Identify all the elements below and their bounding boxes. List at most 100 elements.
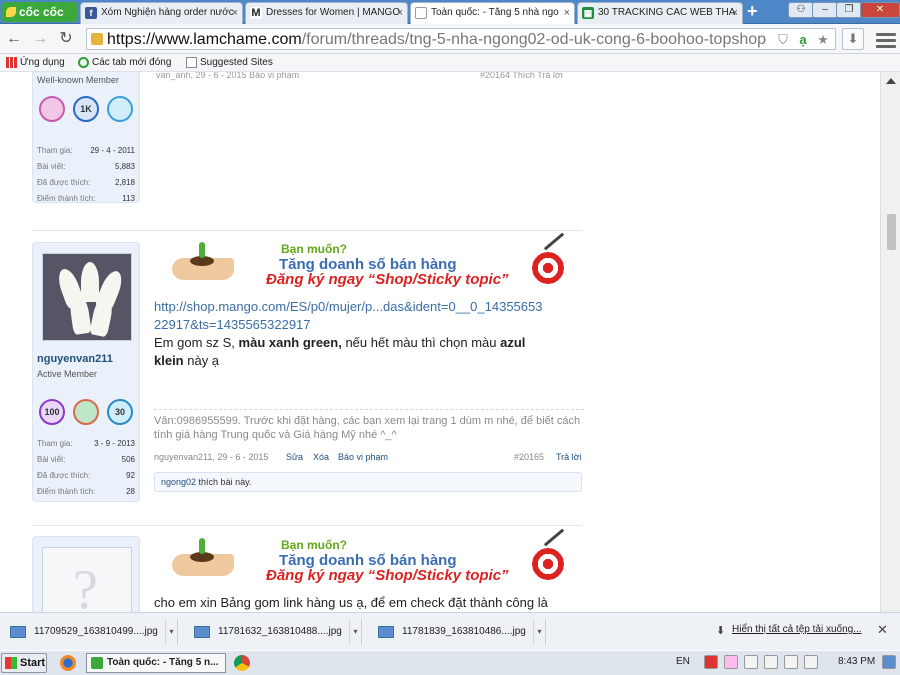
new-tab-button[interactable]: +: [747, 1, 758, 22]
close-tab-icon[interactable]: ×: [564, 3, 570, 23]
facebook-icon: f: [85, 7, 97, 19]
download-menu-arrow[interactable]: ▾: [533, 619, 545, 645]
ad-banner[interactable]: Bạn muốn? Tăng doanh số bán hàng Đăng ký…: [162, 232, 574, 288]
reply-link[interactable]: Trả lời: [556, 452, 582, 462]
tray-icon[interactable]: [764, 655, 778, 669]
delete-link[interactable]: Xóa: [313, 452, 329, 462]
translate-icon[interactable]: ạ: [795, 32, 811, 48]
trophy-icon[interactable]: 100: [39, 399, 65, 425]
volume-icon[interactable]: [804, 655, 818, 669]
bookmark-label: Ứng dụng: [20, 57, 65, 68]
close-window-button[interactable]: ✕: [860, 2, 900, 18]
download-icon[interactable]: ⬇: [842, 28, 864, 50]
liker-link[interactable]: ngong02: [161, 477, 196, 487]
user-avatar[interactable]: [42, 253, 132, 341]
question-mark-icon: ?: [73, 559, 98, 612]
menu-icon[interactable]: [876, 30, 896, 48]
address-bar[interactable]: https://www.lamchame.com/forum/threads/t…: [86, 28, 836, 50]
firefox-icon[interactable]: [60, 655, 76, 671]
apps-grid-icon: [6, 57, 17, 68]
taskbar-browser-task[interactable]: Toàn quốc: - Tăng 5 n...: [86, 653, 226, 673]
stat-label: Tham gia:: [37, 146, 73, 155]
image-file-icon: [10, 626, 26, 638]
maximize-button[interactable]: ❐: [836, 2, 862, 18]
bookmark-suggested-sites[interactable]: Suggested Sites: [186, 56, 273, 70]
sprout-icon: [199, 538, 205, 554]
download-filename: 11781632_163810488....jpg: [218, 626, 342, 637]
trophy-icon[interactable]: 1K: [73, 96, 99, 122]
tab-facebook[interactable]: f Xóm Nghiện hàng order nước ×: [80, 2, 243, 24]
url-host: https://www.lamchame.com: [107, 31, 302, 48]
stat-value: 92: [126, 471, 135, 480]
ad-banner[interactable]: Bạn muốn? Tăng doanh số bán hàng Đăng ký…: [162, 528, 574, 584]
download-item[interactable]: 11781632_163810488....jpg ▾: [184, 619, 362, 645]
forward-button[interactable]: →: [30, 29, 50, 49]
page-icon: [186, 57, 197, 68]
sheets-icon: ▦: [582, 7, 594, 19]
coccoc-icon: [91, 657, 103, 669]
show-all-downloads-link[interactable]: ⬇ Hiển thị tất cả tệp tải xuống...: [716, 624, 862, 637]
tab-strip: cốc cốc f Xóm Nghiện hàng order nước × M…: [0, 0, 900, 25]
shield-icon[interactable]: ⛉: [775, 32, 791, 48]
post-author-date[interactable]: nguyenvan211, 29 - 6 - 2015: [154, 452, 268, 462]
close-download-bar-button[interactable]: ✕: [877, 622, 888, 638]
reload-button[interactable]: ↻: [56, 29, 76, 49]
stat-posts: Bài viết: 5,883: [37, 159, 137, 175]
bookmarks-bar: Ứng dụng Các tab mới đóng Suggested Site…: [0, 54, 900, 72]
scrollbar-thumb[interactable]: [887, 214, 896, 250]
stat-likes: Đã được thích: 2,818: [37, 175, 137, 191]
start-button[interactable]: Start: [1, 653, 47, 673]
chrome-icon[interactable]: [234, 655, 250, 671]
language-indicator[interactable]: EN: [676, 656, 690, 667]
banner-line-3: Đăng ký ngay “Shop/Sticky topic”: [266, 271, 509, 288]
trophy-icon[interactable]: [39, 96, 65, 122]
default-avatar[interactable]: ?: [42, 547, 132, 612]
close-tab-icon[interactable]: ×: [732, 3, 738, 23]
network-icon[interactable]: [784, 655, 798, 669]
stat-value: 29 - 4 - 2011: [90, 146, 135, 155]
trophy-icon[interactable]: [73, 399, 99, 425]
stat-posts: Bài viết: 506: [37, 452, 137, 468]
post-message: http://shop.mango.com/ES/p0/mujer/p...da…: [154, 298, 584, 370]
download-menu-arrow[interactable]: ▾: [165, 619, 177, 645]
tab-sheets[interactable]: ▦ 30 TRACKING CAC WEB THA ×: [577, 2, 743, 24]
bookmark-star-icon[interactable]: ★: [815, 32, 831, 48]
close-tab-icon[interactable]: ×: [397, 3, 403, 23]
post-number[interactable]: #20165: [514, 452, 544, 462]
page-icon: [415, 7, 427, 19]
clock[interactable]: 8:43 PM: [838, 656, 875, 667]
coccoc-logo[interactable]: cốc cốc: [2, 2, 77, 22]
edit-link[interactable]: Sửa: [286, 452, 303, 462]
download-menu-arrow[interactable]: ▾: [349, 619, 361, 645]
scroll-up-arrow-icon[interactable]: [886, 78, 896, 84]
download-item[interactable]: 11709529_163810499....jpg ▾: [0, 619, 178, 645]
download-item[interactable]: 11781839_163810486....jpg ▾: [368, 619, 546, 645]
post-divider: [32, 525, 582, 526]
lock-icon: [91, 33, 103, 45]
bookmark-recent-tabs[interactable]: Các tab mới đóng: [78, 56, 171, 70]
stat-label: Đã được thích:: [37, 471, 91, 480]
back-button[interactable]: ←: [4, 29, 24, 49]
bookmark-apps[interactable]: Ứng dụng: [6, 56, 65, 70]
stat-value: 506: [121, 455, 135, 464]
minimize-button[interactable]: –: [812, 2, 838, 18]
username[interactable]: nguyenvan211: [33, 353, 113, 365]
page-scrollbar[interactable]: [880, 72, 900, 612]
product-link[interactable]: http://shop.mango.com/ES/p0/mujer/p...da…: [154, 299, 542, 332]
stat-label: Tham gia:: [37, 439, 73, 448]
tray-icon[interactable]: [704, 655, 718, 669]
trophy-icon[interactable]: [107, 96, 133, 122]
tray-icon[interactable]: [744, 655, 758, 669]
trophy-icon[interactable]: 30: [107, 399, 133, 425]
tab-title: Toàn quốc: - Tăng 5 nhà ngo: [431, 7, 559, 18]
report-link[interactable]: Báo vi phạm: [338, 452, 388, 462]
tray-icon[interactable]: [724, 655, 738, 669]
url-text[interactable]: https://www.lamchame.com/forum/threads/t…: [107, 29, 767, 51]
profile-button[interactable]: ⚇: [788, 2, 814, 18]
task-title: Toàn quốc: - Tăng 5 n...: [107, 657, 219, 668]
close-tab-icon[interactable]: ×: [232, 3, 238, 23]
tab-mango[interactable]: M Dresses for Women | MANGO ×: [245, 2, 408, 24]
show-desktop-icon[interactable]: [882, 655, 896, 669]
tab-lamchame-active[interactable]: Toàn quốc: - Tăng 5 nhà ngo ×: [410, 2, 575, 25]
tab-title: Xóm Nghiện hàng order nước: [101, 7, 234, 18]
